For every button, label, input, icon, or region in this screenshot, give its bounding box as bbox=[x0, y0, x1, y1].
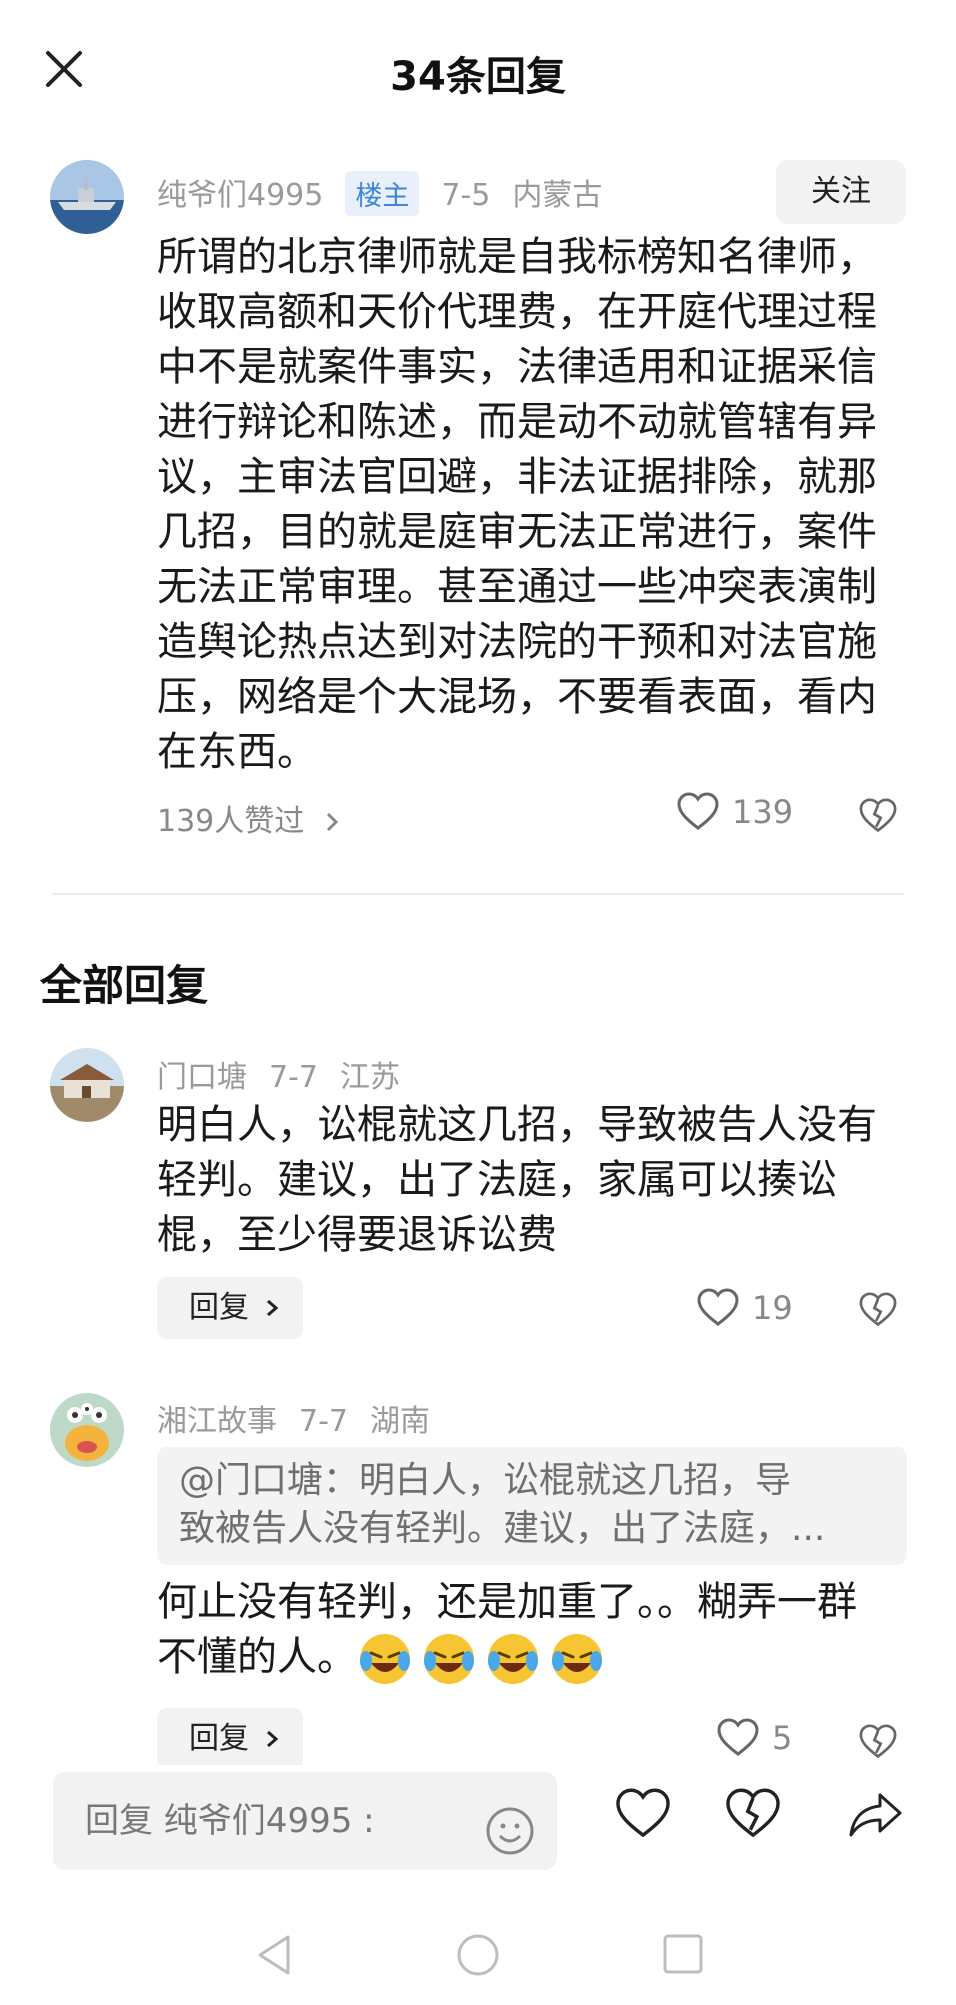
chevron-right-icon bbox=[314, 804, 340, 839]
avatar-monster[interactable] bbox=[50, 1393, 124, 1467]
avatar-warship[interactable] bbox=[50, 160, 124, 234]
home-circle-icon[interactable] bbox=[456, 1933, 500, 1981]
crying-laughing-emoji bbox=[360, 1634, 410, 1684]
comment-location: 江苏 bbox=[340, 1060, 400, 1095]
page-title: 34条回复 bbox=[390, 54, 566, 100]
like-button[interactable]: 139 bbox=[676, 792, 793, 832]
heart-icon bbox=[717, 1718, 759, 1756]
broken-heart-icon[interactable] bbox=[858, 1292, 898, 1332]
reply-button[interactable]: 回复 bbox=[157, 1708, 303, 1770]
crying-laughing-emoji bbox=[488, 1634, 538, 1684]
quote-line: @门口塘：明白人，讼棍就这几招，导 bbox=[179, 1460, 792, 1501]
crying-laughing-emoji bbox=[424, 1634, 474, 1684]
comment-date: 7-5 bbox=[441, 178, 491, 213]
chevron-right-icon bbox=[266, 1730, 278, 1748]
comment-location: 内蒙古 bbox=[512, 178, 603, 213]
avatar-house[interactable] bbox=[50, 1048, 124, 1122]
like-icon[interactable] bbox=[614, 1787, 672, 1845]
heart-icon bbox=[697, 1288, 739, 1326]
section-title: 全部回复 bbox=[40, 961, 209, 1010]
like-count: 139 bbox=[732, 793, 794, 831]
divider bbox=[52, 893, 904, 895]
main-comment-meta: 纯爷们4995 楼主 7-5 内蒙古 bbox=[157, 170, 624, 216]
reply-input-placeholder: 回复 纯爷们4995 : bbox=[85, 1801, 375, 1841]
op-badge: 楼主 bbox=[345, 171, 420, 216]
system-nav-bar bbox=[0, 1905, 956, 2005]
reply-meta: 门口塘 7-7 江苏 bbox=[157, 1052, 422, 1096]
reply-input[interactable]: 回复 纯爷们4995 : bbox=[53, 1772, 557, 1870]
quote-line: 致被告人没有轻判。建议，出了法庭，... bbox=[179, 1508, 826, 1549]
comment-location: 湖南 bbox=[370, 1404, 430, 1439]
comment-date: 7-7 bbox=[269, 1060, 318, 1095]
username[interactable]: 纯爷们4995 bbox=[157, 178, 323, 213]
username[interactable]: 门口塘 bbox=[157, 1060, 247, 1095]
emoji-picker-icon[interactable] bbox=[485, 1796, 535, 1894]
heart-icon bbox=[677, 792, 719, 830]
follow-button[interactable]: 关注 bbox=[776, 160, 906, 224]
reply-button-label: 回复 bbox=[189, 1721, 249, 1756]
emoji-row bbox=[357, 1631, 613, 1687]
bottom-bar: 回复 纯爷们4995 : bbox=[0, 1765, 956, 1875]
recents-square-icon[interactable] bbox=[662, 1933, 704, 1979]
chevron-right-icon bbox=[266, 1299, 278, 1317]
main-comment-text: 所谓的北京律师就是自我标榜知名律师，收取高额和天价代理费，在开庭代理过程中不是就… bbox=[157, 234, 877, 775]
like-count: 19 bbox=[752, 1289, 793, 1327]
comment-thread-page: 34条回复 纯爷们4995 楼主 7-5 内蒙古 关注 所谓的北京律师就是自我标榜知名… bbox=[0, 0, 956, 2005]
share-icon[interactable] bbox=[846, 1787, 906, 1847]
reply-button-label: 回复 bbox=[189, 1290, 249, 1325]
comment-date: 7-7 bbox=[299, 1404, 348, 1439]
username[interactable]: 湘江故事 bbox=[157, 1404, 277, 1439]
crying-laughing-emoji bbox=[552, 1634, 602, 1684]
reply-button[interactable]: 回复 bbox=[157, 1277, 303, 1339]
back-triangle-icon[interactable] bbox=[254, 1933, 294, 1981]
like-button[interactable]: 5 bbox=[716, 1718, 792, 1758]
likers-count-text: 139人赞过 bbox=[157, 804, 305, 839]
quoted-comment[interactable]: @门口塘：明白人，讼棍就这几招，导 致被告人没有轻判。建议，出了法庭，... bbox=[157, 1447, 907, 1565]
broken-heart-icon[interactable] bbox=[858, 798, 898, 838]
broken-heart-icon[interactable] bbox=[724, 1787, 782, 1845]
broken-heart-icon[interactable] bbox=[858, 1724, 898, 1764]
header: 34条回复 bbox=[0, 0, 956, 150]
like-count: 5 bbox=[772, 1719, 793, 1757]
likers-link[interactable]: 139人赞过 bbox=[157, 796, 340, 840]
reply-text: 何止没有轻判，还是加重了。。糊弄一群不懂的人。 bbox=[157, 1575, 887, 1687]
reply-text: 明白人，讼棍就这几招，导致被告人没有轻判。建议，出了法庭，家属可以揍讼棍，至少得… bbox=[157, 1102, 877, 1258]
like-button[interactable]: 19 bbox=[696, 1288, 793, 1328]
reply-meta: 湘江故事 7-7 湖南 bbox=[157, 1396, 452, 1440]
